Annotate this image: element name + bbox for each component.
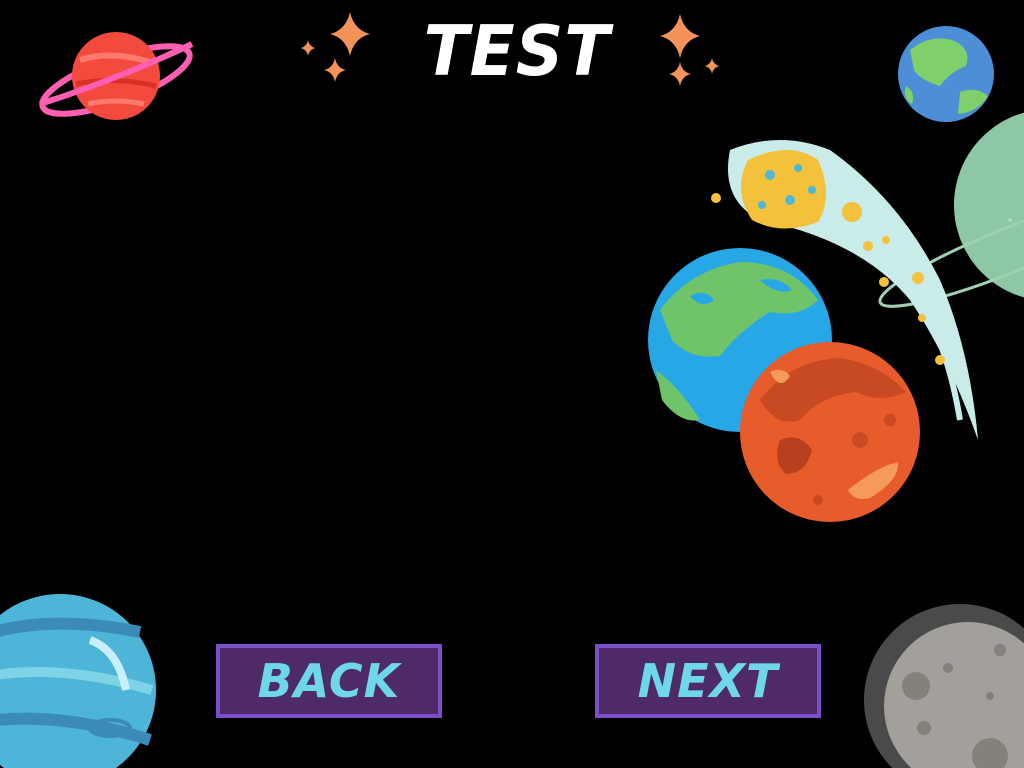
sparkle-cluster-right-icon: [660, 14, 719, 86]
neptune-icon: [0, 594, 156, 768]
back-button[interactable]: BACK: [216, 644, 442, 718]
mars-icon: [740, 342, 920, 522]
earth-small-icon: [898, 26, 994, 122]
back-button-label: BACK: [257, 654, 401, 708]
ringed-planet-icon: [39, 32, 194, 120]
moon-icon: [864, 604, 1024, 768]
screen-title: TEST: [423, 11, 611, 92]
sparkle-cluster-left-icon: [301, 12, 370, 82]
next-button[interactable]: NEXT: [595, 644, 821, 718]
space-scene: [0, 12, 1024, 768]
next-button-label: NEXT: [637, 654, 779, 708]
